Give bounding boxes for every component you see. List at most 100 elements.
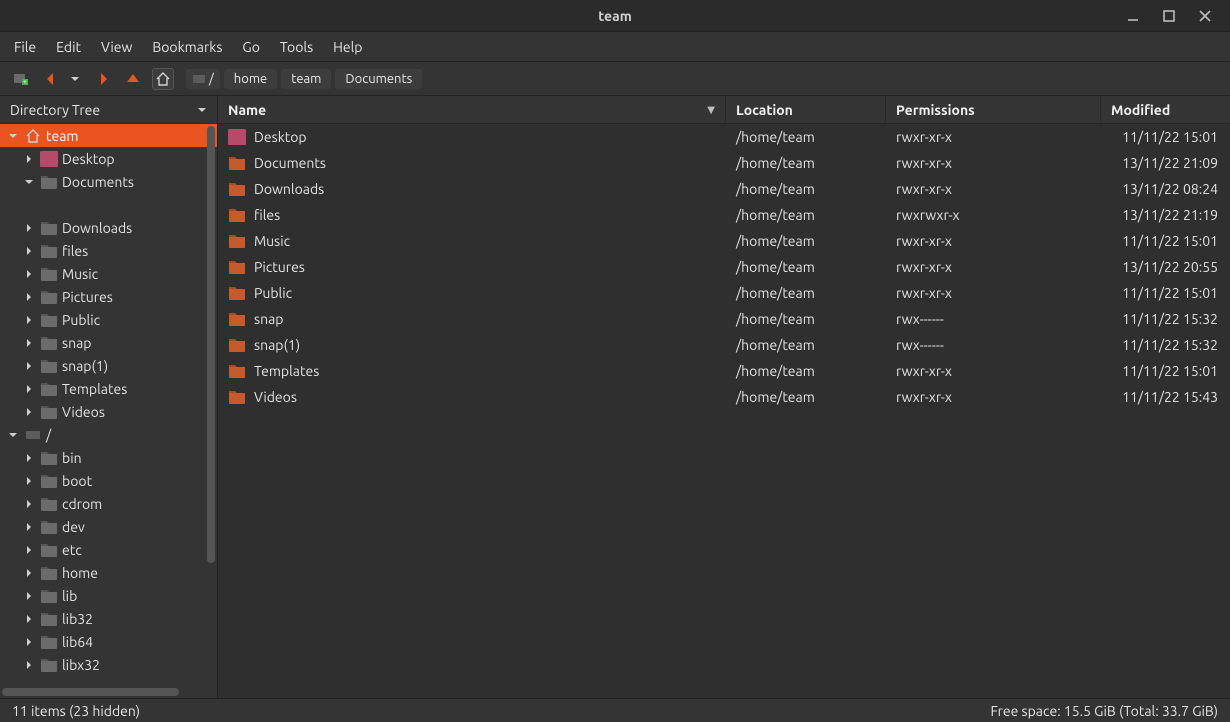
tree-item[interactable]: / — [0, 423, 217, 446]
tree-item-label: Public — [62, 312, 100, 328]
expander-icon[interactable] — [22, 154, 36, 164]
tree-item[interactable]: team — [0, 124, 217, 147]
file-row[interactable]: snap(1)/home/teamrwx------11/11/22 15:32 — [218, 332, 1230, 358]
file-row[interactable]: Downloads/home/teamrwxr-xr-x13/11/22 08:… — [218, 176, 1230, 202]
tree-item-label: Documents — [62, 174, 134, 190]
tree-item[interactable]: Pictures — [0, 285, 217, 308]
menu-file[interactable]: File — [14, 39, 36, 55]
file-permissions: rwx------ — [886, 311, 1101, 327]
file-permissions: rwxr-xr-x — [886, 363, 1101, 379]
file-row[interactable]: snap/home/teamrwx------11/11/22 15:32 — [218, 306, 1230, 332]
file-row[interactable]: Documents/home/teamrwxr-xr-x13/11/22 21:… — [218, 150, 1230, 176]
tree-item[interactable]: Documents — [0, 170, 217, 193]
tree-item[interactable]: Downloads — [0, 216, 217, 239]
expander-icon[interactable] — [22, 591, 36, 601]
tree-item[interactable]: snap — [0, 331, 217, 354]
file-row[interactable]: Public/home/teamrwxr-xr-x11/11/22 15:01 — [218, 280, 1230, 306]
file-name: Music — [254, 233, 290, 249]
expander-icon[interactable] — [22, 269, 36, 279]
tree-item[interactable]: Desktop — [0, 147, 217, 170]
menu-bookmarks[interactable]: Bookmarks — [152, 39, 222, 55]
expander-icon[interactable] — [6, 430, 20, 440]
tree-item[interactable]: Videos — [0, 400, 217, 423]
new-tab-button[interactable]: + — [10, 68, 32, 90]
tree-item[interactable]: Public — [0, 308, 217, 331]
expander-icon[interactable] — [22, 384, 36, 394]
expander-icon[interactable] — [22, 407, 36, 417]
expander-icon[interactable] — [22, 499, 36, 509]
tree-item[interactable] — [0, 193, 217, 216]
tree-item[interactable]: cdrom — [0, 492, 217, 515]
expander-icon[interactable] — [22, 177, 36, 187]
tree-item[interactable]: snap(1) — [0, 354, 217, 377]
file-row[interactable]: Desktop/home/teamrwxr-xr-x11/11/22 15:01 — [218, 124, 1230, 150]
tree-item[interactable]: lib64 — [0, 630, 217, 653]
tree-item[interactable]: dev — [0, 515, 217, 538]
breadcrumb-segment-documents[interactable]: Documents — [335, 69, 422, 89]
tree-item[interactable]: Music — [0, 262, 217, 285]
expander-icon[interactable] — [22, 453, 36, 463]
tree-item-label: Music — [62, 266, 98, 282]
expander-icon[interactable] — [22, 568, 36, 578]
nav-back-button[interactable] — [40, 68, 62, 90]
maximize-button[interactable] — [1160, 7, 1178, 25]
body: Directory Tree teamDesktopDocumentsDownl… — [0, 96, 1230, 698]
file-row[interactable]: Templates/home/teamrwxr-xr-x11/11/22 15:… — [218, 358, 1230, 384]
expander-icon[interactable] — [22, 637, 36, 647]
tree-item[interactable]: lib — [0, 584, 217, 607]
expander-icon[interactable] — [22, 545, 36, 555]
sidebar-mode-dropdown[interactable] — [197, 102, 207, 118]
column-header-modified[interactable]: Modified — [1101, 96, 1230, 123]
column-header-name[interactable]: Name ▼ — [218, 96, 726, 123]
file-modified: 11/11/22 15:32 — [1101, 337, 1230, 353]
expander-icon[interactable] — [22, 292, 36, 302]
file-row[interactable]: files/home/teamrwxrwxr-x13/11/22 21:19 — [218, 202, 1230, 228]
menu-tools[interactable]: Tools — [280, 39, 313, 55]
tree-item[interactable]: libx32 — [0, 653, 217, 676]
menu-go[interactable]: Go — [242, 39, 259, 55]
tree-item[interactable]: Templates — [0, 377, 217, 400]
expander-icon[interactable] — [22, 476, 36, 486]
tree-item[interactable]: lib32 — [0, 607, 217, 630]
nav-home-button[interactable] — [152, 68, 174, 90]
file-row[interactable]: Pictures/home/teamrwxr-xr-x13/11/22 20:5… — [218, 254, 1230, 280]
nav-up-button[interactable] — [122, 68, 144, 90]
menu-help[interactable]: Help — [333, 39, 362, 55]
file-location: /home/team — [726, 181, 886, 197]
nav-forward-button[interactable] — [92, 68, 114, 90]
sidebar-scrollbar-vertical[interactable] — [207, 126, 215, 686]
tree-item-label: dev — [62, 519, 85, 535]
file-modified: 11/11/22 15:01 — [1101, 233, 1230, 249]
expander-icon[interactable] — [22, 338, 36, 348]
tree-item[interactable]: bin — [0, 446, 217, 469]
column-header-permissions[interactable]: Permissions — [886, 96, 1101, 123]
tree-item[interactable]: home — [0, 561, 217, 584]
tree-item[interactable]: etc — [0, 538, 217, 561]
close-button[interactable] — [1196, 7, 1214, 25]
expander-icon[interactable] — [22, 246, 36, 256]
minimize-button[interactable] — [1124, 7, 1142, 25]
expander-icon[interactable] — [22, 522, 36, 532]
expander-icon[interactable] — [22, 660, 36, 670]
expander-icon[interactable] — [22, 614, 36, 624]
menu-view[interactable]: View — [101, 39, 132, 55]
tree-item[interactable]: boot — [0, 469, 217, 492]
expander-icon[interactable] — [6, 131, 20, 141]
sort-indicator-icon: ▼ — [707, 104, 715, 116]
menu-edit[interactable]: Edit — [56, 39, 81, 55]
breadcrumb-segment-home[interactable]: home — [224, 69, 277, 89]
column-header-location[interactable]: Location — [726, 96, 886, 123]
breadcrumb-segment-team[interactable]: team — [281, 69, 331, 89]
sidebar-scrollbar-horizontal-bottom[interactable] — [2, 688, 203, 696]
history-dropdown[interactable] — [70, 74, 84, 84]
tree-item-label: etc — [62, 542, 82, 558]
folder-icon — [40, 288, 58, 306]
tree-item[interactable]: files — [0, 239, 217, 262]
tree-item-label: bin — [62, 450, 82, 466]
expander-icon[interactable] — [22, 315, 36, 325]
expander-icon[interactable] — [22, 361, 36, 371]
breadcrumb-root[interactable]: / — [186, 69, 220, 89]
file-row[interactable]: Music/home/teamrwxr-xr-x11/11/22 15:01 — [218, 228, 1230, 254]
file-row[interactable]: Videos/home/teamrwxr-xr-x11/11/22 15:43 — [218, 384, 1230, 410]
expander-icon[interactable] — [22, 223, 36, 233]
